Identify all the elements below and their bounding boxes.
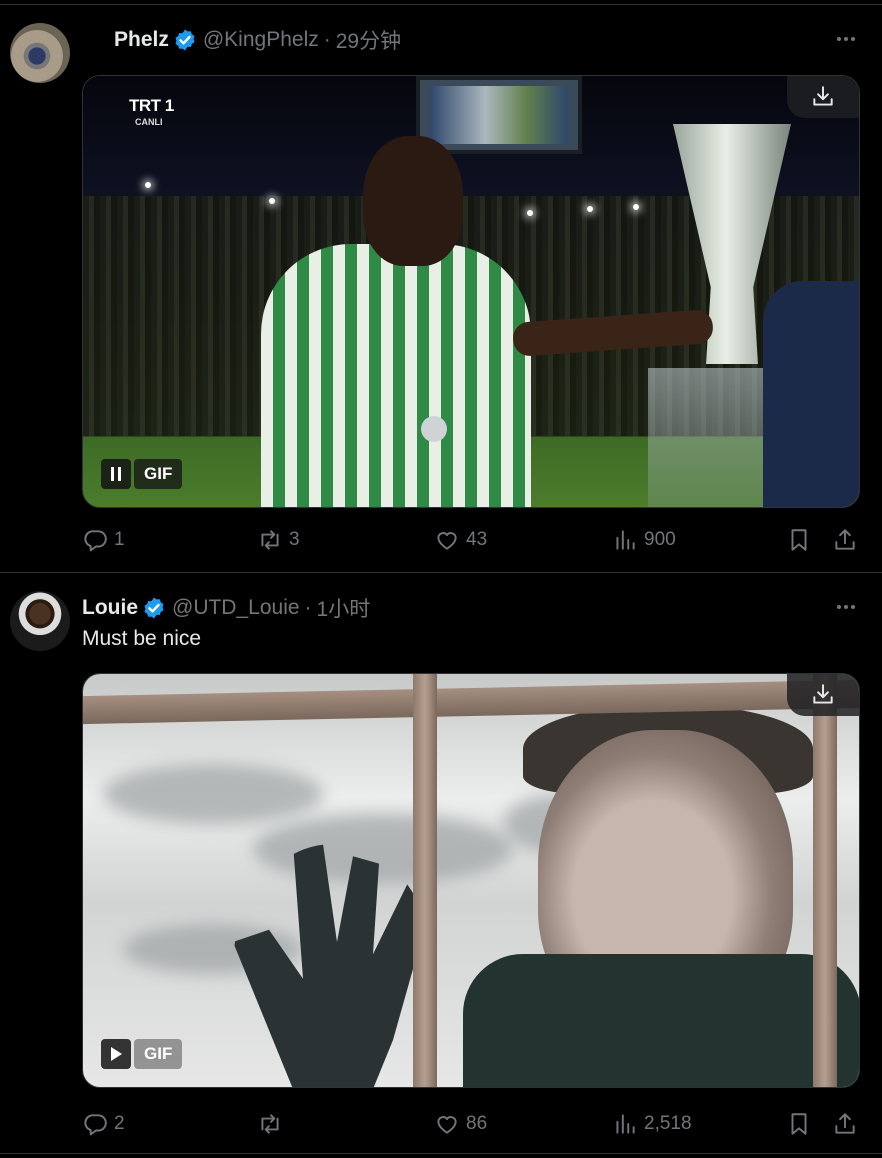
play-icon	[111, 1047, 122, 1061]
heart-icon	[437, 532, 457, 550]
user-handle[interactable]: @UTD_Louie	[172, 596, 300, 620]
gif-controls: GIF	[101, 1039, 183, 1069]
download-button[interactable]	[787, 674, 859, 716]
reply-icon	[84, 1114, 107, 1136]
avatar[interactable]	[10, 23, 70, 83]
reply-count: 2	[114, 1113, 125, 1134]
views-chart-icon	[616, 1114, 635, 1134]
tweet-header: Louie @UTD_Louie · 1小时	[82, 595, 862, 621]
gif-badge: GIF	[134, 1039, 183, 1069]
bookmark-button[interactable]	[786, 1109, 812, 1139]
pause-icon	[111, 467, 121, 481]
display-name[interactable]: Louie	[82, 596, 138, 620]
heart-icon	[437, 1116, 457, 1134]
tweet-actions: 1 3 43 900	[82, 525, 862, 555]
play-button[interactable]	[101, 1039, 131, 1069]
bookmark-icon	[791, 1113, 807, 1135]
reply-button[interactable]: 2	[82, 1109, 125, 1139]
bookmark-button[interactable]	[786, 525, 812, 555]
retweet-count: 3	[289, 529, 300, 550]
gif-frame-image	[83, 674, 859, 1087]
download-icon	[813, 684, 833, 704]
retweet-icon	[261, 530, 279, 550]
separator: ·	[323, 28, 331, 51]
tweet-header: Phelz @KingPhelz · 29分钟	[114, 27, 862, 53]
bookmark-icon	[791, 529, 807, 551]
tv-channel-logo: TRT 1	[129, 96, 174, 115]
view-count: 2,518	[644, 1113, 692, 1134]
view-count: 900	[644, 529, 676, 550]
share-button[interactable]	[832, 1109, 858, 1139]
tweet-media-gif[interactable]: GIF	[82, 673, 860, 1088]
views-button[interactable]: 2,518	[612, 1109, 692, 1139]
display-name[interactable]: Phelz	[114, 28, 169, 52]
retweet-icon	[261, 1114, 279, 1134]
views-button[interactable]: 900	[612, 525, 676, 555]
like-count: 43	[466, 529, 488, 550]
tweet-actions: 2 86 2,518	[82, 1109, 862, 1139]
tweet[interactable]: Louie @UTD_Louie · 1小时 Must be nice GIF …	[0, 572, 882, 1158]
avatar[interactable]	[10, 591, 70, 651]
gif-frame-image: TRT 1 CANLI	[83, 76, 859, 507]
timestamp[interactable]: 1小时	[317, 593, 371, 623]
download-button[interactable]	[787, 76, 859, 118]
tweet[interactable]: Phelz @KingPhelz · 29分钟 TRT 1 CANLI GIF …	[0, 4, 882, 572]
verified-badge-icon	[175, 29, 195, 51]
like-button[interactable]: 86	[434, 1109, 487, 1139]
more-options-icon[interactable]	[834, 27, 858, 51]
separator: ·	[304, 596, 312, 619]
like-count: 86	[466, 1113, 488, 1134]
reply-button[interactable]: 1	[82, 525, 125, 555]
download-icon	[813, 86, 833, 106]
timestamp[interactable]: 29分钟	[336, 25, 401, 55]
pause-button[interactable]	[101, 459, 131, 489]
divider	[0, 1153, 882, 1154]
more-options-icon[interactable]	[834, 595, 858, 619]
reply-icon	[84, 530, 107, 552]
user-handle[interactable]: @KingPhelz	[203, 28, 319, 52]
gif-badge: GIF	[134, 459, 183, 489]
reply-count: 1	[114, 529, 125, 550]
tv-live-label: CANLI	[135, 117, 163, 127]
gif-controls: GIF	[101, 459, 183, 489]
retweet-button[interactable]	[257, 1109, 289, 1139]
share-icon	[835, 529, 855, 550]
verified-badge-icon	[144, 597, 164, 619]
tweet-text: Must be nice	[82, 627, 202, 650]
share-icon	[835, 1113, 855, 1134]
views-chart-icon	[616, 530, 635, 550]
share-button[interactable]	[832, 525, 858, 555]
retweet-button[interactable]: 3	[257, 525, 300, 555]
like-button[interactable]: 43	[434, 525, 487, 555]
tweet-media-gif[interactable]: TRT 1 CANLI GIF	[82, 75, 860, 508]
